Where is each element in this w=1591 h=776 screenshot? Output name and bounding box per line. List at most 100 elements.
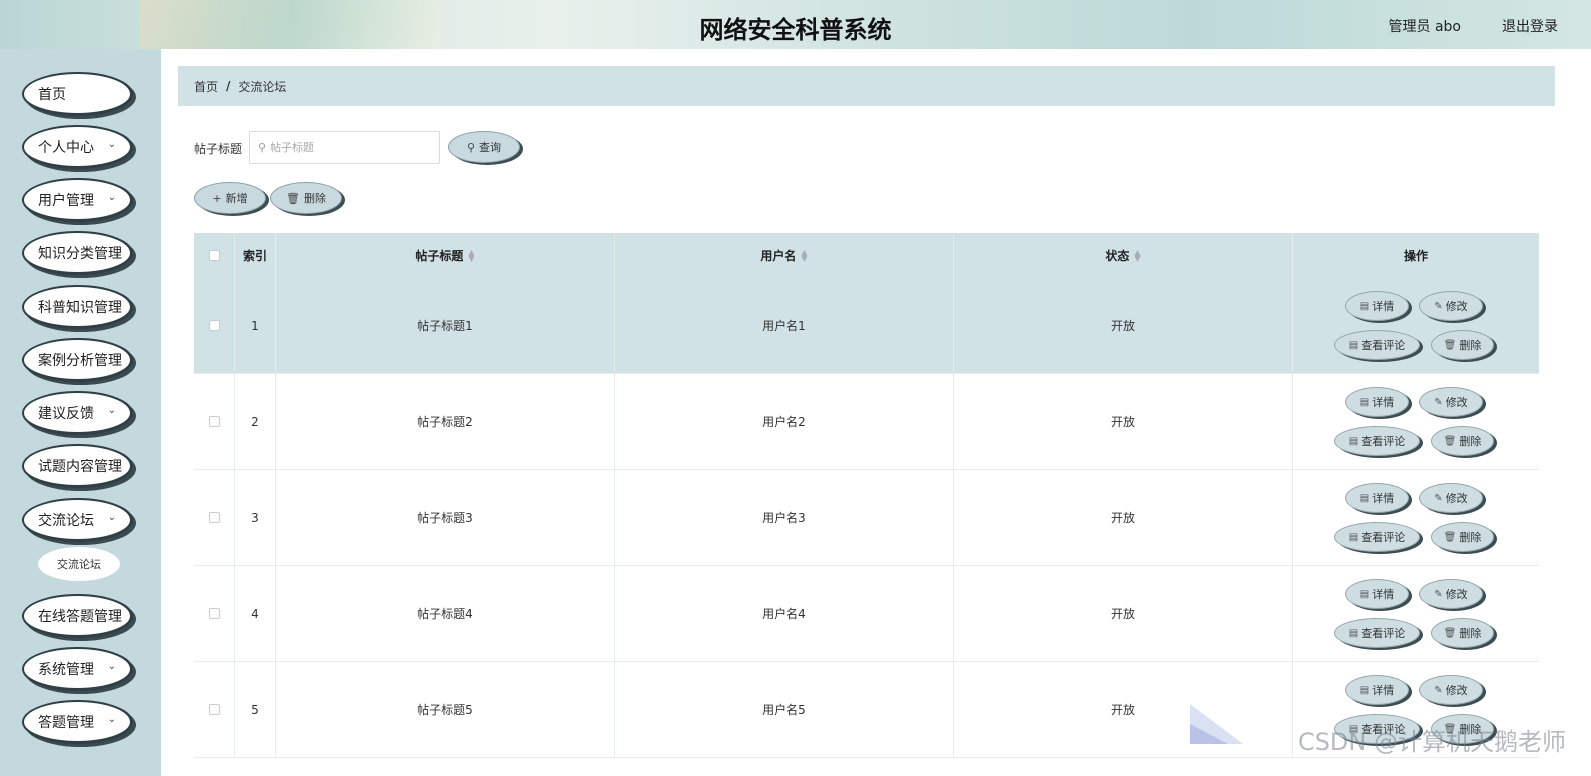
edit-button[interactable]: ✎ 修改 [1419,387,1483,417]
chevron-down-icon: ⌄ [107,512,116,523]
sidebar-item-question-content[interactable]: 试题内容管理 [22,444,133,488]
row-status-cell: 开放 [954,374,1293,469]
row-select-cell [194,662,235,757]
search-input[interactable] [270,141,421,154]
edit-button[interactable]: ✎ 修改 [1419,579,1483,609]
logout-link[interactable]: 退出登录 [1502,16,1558,36]
sidebar-item-forum[interactable]: 交流论坛 ⌄ [22,498,133,542]
sort-icon[interactable]: ▲ ▼ [468,248,474,262]
sidebar-item-answer-management[interactable]: 答题管理 ⌄ [22,700,133,744]
edit-button-label: 修改 [1445,684,1468,697]
row-select-cell [194,470,235,565]
table-row: 3 帖子标题3 用户名3 开放 ▤ 详情 ✎ 修改 ▤ 查看评论 🗑 删除 [194,470,1539,566]
document-icon: ▤ [1348,627,1359,639]
edit-button[interactable]: ✎ 修改 [1419,675,1483,705]
row-username: 用户名2 [762,415,806,429]
row-delete-button[interactable]: 🗑 删除 [1431,426,1494,456]
sort-icon[interactable]: ▲ ▼ [801,248,807,262]
row-username-cell: 用户名2 [615,374,954,469]
row-delete-button[interactable]: 🗑 删除 [1431,618,1494,648]
row-delete-button-label: 删除 [1459,531,1482,544]
row-title-cell: 帖子标题1 [276,278,615,373]
sidebar-item-knowledge-management[interactable]: 科普知识管理 [22,285,133,329]
view-comments-button-label: 查看评论 [1361,531,1406,544]
document-icon: ▤ [1348,339,1359,351]
edit-button-label: 修改 [1445,300,1468,313]
header-title[interactable]: 帖子标题 ▲ ▼ [276,233,615,278]
row-status: 开放 [1110,319,1135,333]
row-checkbox[interactable] [208,704,220,715]
row-title: 帖子标题3 [417,511,473,525]
detail-button-label: 详情 [1372,300,1395,313]
sidebar: 首页 个人中心 ⌄ 用户管理 ⌄ 知识分类管理 科普知识管理 案例分析管理 建议… [0,49,161,776]
view-comments-button[interactable]: ▤ 查看评论 [1334,618,1420,648]
row-delete-button[interactable]: 🗑 删除 [1431,330,1494,360]
document-icon: ▤ [1359,300,1370,312]
csdn-logo-icon [1190,704,1243,744]
detail-button[interactable]: ▤ 详情 [1345,483,1409,513]
row-index-cell: 5 [235,662,276,757]
row-index-cell: 1 [235,278,276,373]
document-icon: ▤ [1348,531,1359,543]
row-index: 3 [251,510,259,525]
row-index: 2 [251,414,259,429]
search-button[interactable]: ⚲ 查询 [448,131,520,163]
row-title-cell: 帖子标题4 [276,566,615,661]
detail-button[interactable]: ▤ 详情 [1345,675,1409,705]
row-select-cell [194,374,235,469]
row-username: 用户名4 [762,607,806,621]
view-comments-button[interactable]: ▤ 查看评论 [1334,330,1420,360]
breadcrumb-home[interactable]: 首页 [194,78,218,95]
view-comments-button[interactable]: ▤ 查看评论 [1334,522,1420,552]
sidebar-item-personal-center[interactable]: 个人中心 ⌄ [22,125,133,169]
sort-icon[interactable]: ▲ ▼ [1134,248,1140,262]
row-checkbox[interactable] [208,320,220,331]
row-username-cell: 用户名3 [615,470,954,565]
document-icon: ▤ [1359,396,1370,408]
select-all-checkbox[interactable] [208,250,220,261]
sidebar-item-case-analysis[interactable]: 案例分析管理 [22,338,133,382]
row-index-cell: 4 [235,566,276,661]
sidebar-item-system-management[interactable]: 系统管理 ⌄ [22,647,133,691]
edit-button[interactable]: ✎ 修改 [1419,291,1483,321]
header-username[interactable]: 用户名 ▲ ▼ [615,233,954,278]
edit-button-label: 修改 [1445,492,1468,505]
row-title: 帖子标题2 [417,415,473,429]
header-index: 索引 [235,233,276,278]
row-delete-button[interactable]: 🗑 删除 [1431,522,1494,552]
column-header-index: 索引 [242,249,267,263]
row-username-cell: 用户名4 [615,566,954,661]
header-status[interactable]: 状态 ▲ ▼ [954,233,1293,278]
detail-button[interactable]: ▤ 详情 [1345,291,1409,321]
row-status: 开放 [1110,511,1135,525]
sidebar-item-label: 首页 [38,86,66,103]
sidebar-item-online-quiz[interactable]: 在线答题管理 [22,594,133,638]
breadcrumb-separator: / [226,79,231,93]
add-button[interactable]: + 新增 [194,182,266,214]
search-label: 帖子标题 [194,142,243,156]
row-delete-button-label: 删除 [1459,435,1482,448]
detail-button[interactable]: ▤ 详情 [1345,387,1409,417]
column-header-username: 用户名 [760,249,797,263]
document-icon: ▤ [1348,435,1359,447]
row-checkbox[interactable] [208,512,220,523]
sidebar-item-knowledge-category[interactable]: 知识分类管理 [22,231,133,275]
submenu-item-forum[interactable]: 交流论坛 [38,547,120,581]
view-comments-button[interactable]: ▤ 查看评论 [1334,426,1420,456]
document-icon: ▤ [1359,588,1370,600]
row-username: 用户名1 [762,319,806,333]
row-title-cell: 帖子标题2 [276,374,615,469]
row-checkbox[interactable] [208,416,220,427]
sidebar-item-home[interactable]: 首页 [22,72,133,116]
detail-button[interactable]: ▤ 详情 [1345,579,1409,609]
pencil-icon: ✎ [1434,492,1443,504]
table-header: 索引 帖子标题 ▲ ▼ 用户名 ▲ ▼ 状态 ▲ ▼ 操作 [194,233,1539,278]
current-user: 管理员 abo [1388,19,1461,35]
edit-button-label: 修改 [1445,588,1468,601]
pencil-icon: ✎ [1434,684,1443,696]
sidebar-item-feedback[interactable]: 建议反馈 ⌄ [22,391,133,435]
edit-button[interactable]: ✎ 修改 [1419,483,1483,513]
row-checkbox[interactable] [208,608,220,619]
sidebar-item-user-management[interactable]: 用户管理 ⌄ [22,178,133,222]
batch-delete-button[interactable]: 🗑 删除 [270,182,342,214]
